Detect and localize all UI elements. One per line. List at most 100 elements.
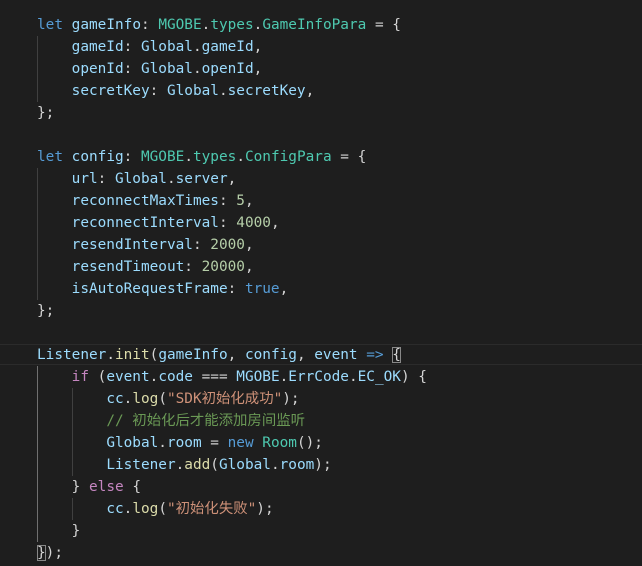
code-line[interactable]: reconnectInterval: 4000, (0, 212, 642, 234)
code-token: // 初始化后才能添加房间监听 (106, 413, 305, 429)
code-line[interactable]: openId: Global.openId, (0, 58, 642, 80)
code-line[interactable]: cc.log("SDK初始化成功"); (0, 388, 642, 410)
code-token: url (71, 171, 98, 187)
code-line[interactable]: // 初始化后才能添加房间监听 (0, 410, 642, 432)
code-line[interactable] (0, 124, 642, 146)
code-line[interactable]: secretKey: Global.secretKey, (0, 80, 642, 102)
code-line-text: } (37, 520, 81, 542)
code-token: ( (210, 457, 219, 473)
code-line-text: gameId: Global.gameId, (37, 36, 263, 58)
code-line-text: }; (37, 300, 54, 322)
code-token: log (132, 501, 159, 517)
code-line[interactable]: let config: MGOBE.types.ConfigPara = { (0, 146, 642, 168)
matching-bracket: } (37, 545, 46, 561)
code-token: "SDK初始化成功" (166, 391, 283, 407)
code-line[interactable]: let gameInfo: MGOBE.types.GameInfoPara =… (0, 14, 642, 36)
code-line-text: isAutoRequestFrame: true, (37, 278, 289, 300)
code-line[interactable]: Listener.add(Global.room); (0, 454, 642, 476)
code-token: : (140, 17, 159, 33)
code-token: ); (282, 391, 300, 407)
code-editor[interactable]: let gameInfo: MGOBE.types.GameInfoPara =… (0, 0, 642, 566)
code-line[interactable]: }; (0, 300, 642, 322)
code-token: , (227, 347, 245, 363)
code-token: Global (114, 171, 167, 187)
code-token: openId (71, 61, 124, 77)
code-line[interactable]: Global.room = new Room(); (0, 432, 642, 454)
code-token: gameId (71, 39, 124, 55)
code-token: . (279, 369, 289, 385)
code-token: gameInfo (158, 347, 228, 363)
code-token: . (253, 17, 263, 33)
code-line[interactable] (0, 322, 642, 344)
code-token: . (123, 391, 133, 407)
code-token: . (201, 17, 211, 33)
code-line[interactable]: url: Global.server, (0, 168, 642, 190)
code-token: cc (106, 501, 124, 517)
code-line-text: }; (37, 102, 54, 124)
code-token: . (123, 501, 133, 517)
code-line-text: }); (37, 542, 63, 564)
code-line[interactable]: isAutoRequestFrame: true, (0, 278, 642, 300)
code-line-text: Global.room = new Room(); (37, 432, 323, 454)
code-token: { (132, 479, 141, 495)
code-token: => (366, 347, 384, 363)
code-token: MGOBE (158, 17, 202, 33)
code-token: , (244, 259, 254, 275)
code-token: : (149, 83, 167, 99)
code-line-text: openId: Global.openId, (37, 58, 263, 80)
code-token: . (175, 457, 185, 473)
code-token: : (184, 259, 202, 275)
code-line[interactable]: }); (0, 542, 642, 564)
code-token: reconnectInterval (71, 215, 219, 231)
code-line-text: resendInterval: 2000, (37, 234, 254, 256)
code-line[interactable]: } (0, 520, 642, 542)
code-line[interactable]: }; (0, 102, 642, 124)
code-line-text: } else { (37, 476, 141, 498)
code-token: resendInterval (71, 237, 193, 253)
code-token: ); (314, 457, 332, 473)
code-token: secretKey (227, 83, 306, 99)
code-token: : (218, 215, 237, 231)
code-token: Room (262, 435, 297, 451)
code-token: , (253, 39, 263, 55)
code-token: Global (106, 435, 159, 451)
code-token: types (192, 149, 237, 165)
code-token: Global (218, 457, 271, 473)
code-line[interactable]: gameId: Global.gameId, (0, 36, 642, 58)
code-token: config (244, 347, 297, 363)
code-line[interactable]: if (event.code === MGOBE.ErrCode.EC_OK) … (0, 366, 642, 388)
code-token: 2000 (210, 237, 245, 253)
code-line[interactable]: Listener.init(gameInfo, config, event =>… (0, 344, 642, 366)
code-token: room (166, 435, 202, 451)
code-token: . (184, 149, 193, 165)
code-token: gameInfo (71, 17, 141, 33)
code-line[interactable]: reconnectMaxTimes: 5, (0, 190, 642, 212)
code-line[interactable]: resendTimeout: 20000, (0, 256, 642, 278)
code-line[interactable]: resendInterval: 2000, (0, 234, 642, 256)
code-token: . (158, 435, 167, 451)
code-token: Listener (37, 347, 107, 363)
code-token: , (253, 61, 263, 77)
code-line[interactable]: cc.log("初始化失败"); (0, 498, 642, 520)
code-token: if (71, 369, 89, 385)
code-line[interactable]: } else { (0, 476, 642, 498)
code-token: }; (37, 105, 55, 121)
code-line-text: cc.log("SDK初始化成功"); (37, 388, 300, 410)
code-token: = { (366, 17, 401, 33)
code-token: add (184, 457, 211, 473)
code-token: ); (45, 545, 63, 561)
code-token: , (270, 215, 280, 231)
code-token: . (192, 39, 202, 55)
code-token: Global (140, 39, 193, 55)
